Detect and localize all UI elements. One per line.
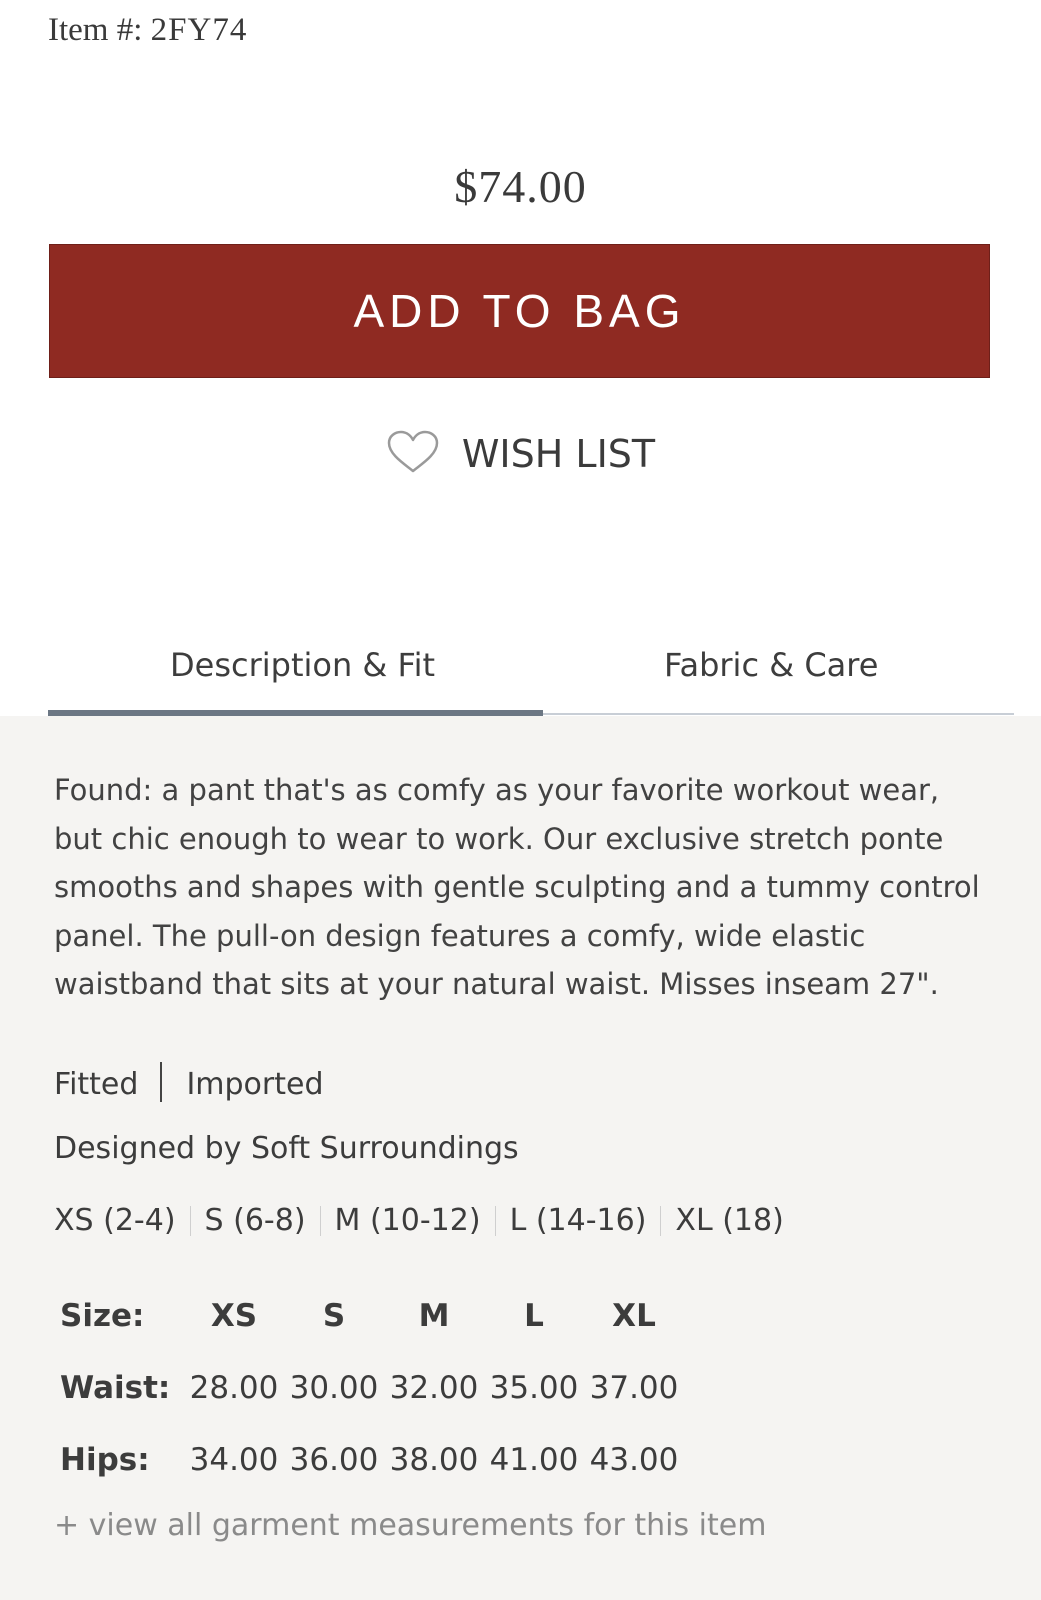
- wish-list-button[interactable]: WISH LIST: [0, 430, 1041, 478]
- size-header-cell: L: [524, 1298, 544, 1334]
- designer-label: Designed by Soft Surroundings: [54, 1131, 519, 1166]
- item-number-value: 2FY74: [150, 12, 248, 48]
- fit-label: Fitted: [54, 1067, 139, 1102]
- size-header-cell: M: [418, 1298, 450, 1334]
- item-number: Item #: 2FY74: [48, 12, 247, 49]
- divider: [189, 1205, 191, 1236]
- size-range-item: L (14-16): [509, 1203, 647, 1238]
- size-header-cell: XL: [612, 1298, 656, 1334]
- size-row-label: Size:: [60, 1298, 145, 1334]
- size-header-cell: S: [322, 1298, 346, 1334]
- heart-outline-icon: [386, 430, 440, 478]
- table-cell: 30.00: [289, 1370, 379, 1406]
- size-range-item: XL (18): [675, 1203, 784, 1238]
- table-cell: 34.00: [189, 1442, 279, 1478]
- divider: [660, 1205, 662, 1236]
- table-cell: 41.00: [489, 1442, 579, 1478]
- table-cell: 32.00: [389, 1370, 479, 1406]
- size-chart-table: Size: XS S M L XL Waist: 28.00 30.00 32.…: [60, 1280, 684, 1496]
- add-to-bag-button[interactable]: ADD TO BAG: [49, 244, 990, 378]
- table-cell: 28.00: [189, 1370, 279, 1406]
- divider: [494, 1205, 496, 1236]
- view-all-measurements-link[interactable]: + view all garment measurements for this…: [54, 1508, 766, 1543]
- tab-description-fit[interactable]: Description & Fit: [170, 646, 435, 684]
- size-range-list: XS (2-4) S (6-8) M (10-12) L (14-16) XL …: [54, 1203, 784, 1238]
- table-cell: 37.00: [589, 1370, 679, 1406]
- product-description: Found: a pant that's as comfy as your fa…: [54, 773, 980, 1001]
- wish-list-label: WISH LIST: [461, 432, 656, 476]
- table-cell: 36.00: [289, 1442, 379, 1478]
- tab-fabric-care[interactable]: Fabric & Care: [664, 646, 878, 684]
- divider: [319, 1205, 321, 1236]
- fit-origin-line: Fitted Imported: [54, 1062, 324, 1102]
- waist-row-label: Waist:: [60, 1370, 171, 1406]
- size-range-item: M (10-12): [334, 1203, 481, 1238]
- size-range-item: S (6-8): [204, 1203, 306, 1238]
- item-number-label: Item #:: [48, 12, 143, 48]
- table-row: Hips: 34.00 36.00 38.00 41.00 43.00: [60, 1424, 684, 1496]
- size-range-item: XS (2-4): [54, 1203, 176, 1238]
- table-cell: 43.00: [589, 1442, 679, 1478]
- size-header-cell: XS: [210, 1298, 258, 1334]
- hips-row-label: Hips:: [60, 1442, 150, 1478]
- table-cell: 38.00: [389, 1442, 479, 1478]
- product-price: $74.00: [454, 161, 587, 212]
- size-chart-header-row: Size: XS S M L XL: [60, 1280, 684, 1352]
- divider: [160, 1062, 163, 1102]
- table-cell: 35.00: [489, 1370, 579, 1406]
- table-row: Waist: 28.00 30.00 32.00 35.00 37.00: [60, 1352, 684, 1424]
- origin-label: Imported: [186, 1067, 324, 1102]
